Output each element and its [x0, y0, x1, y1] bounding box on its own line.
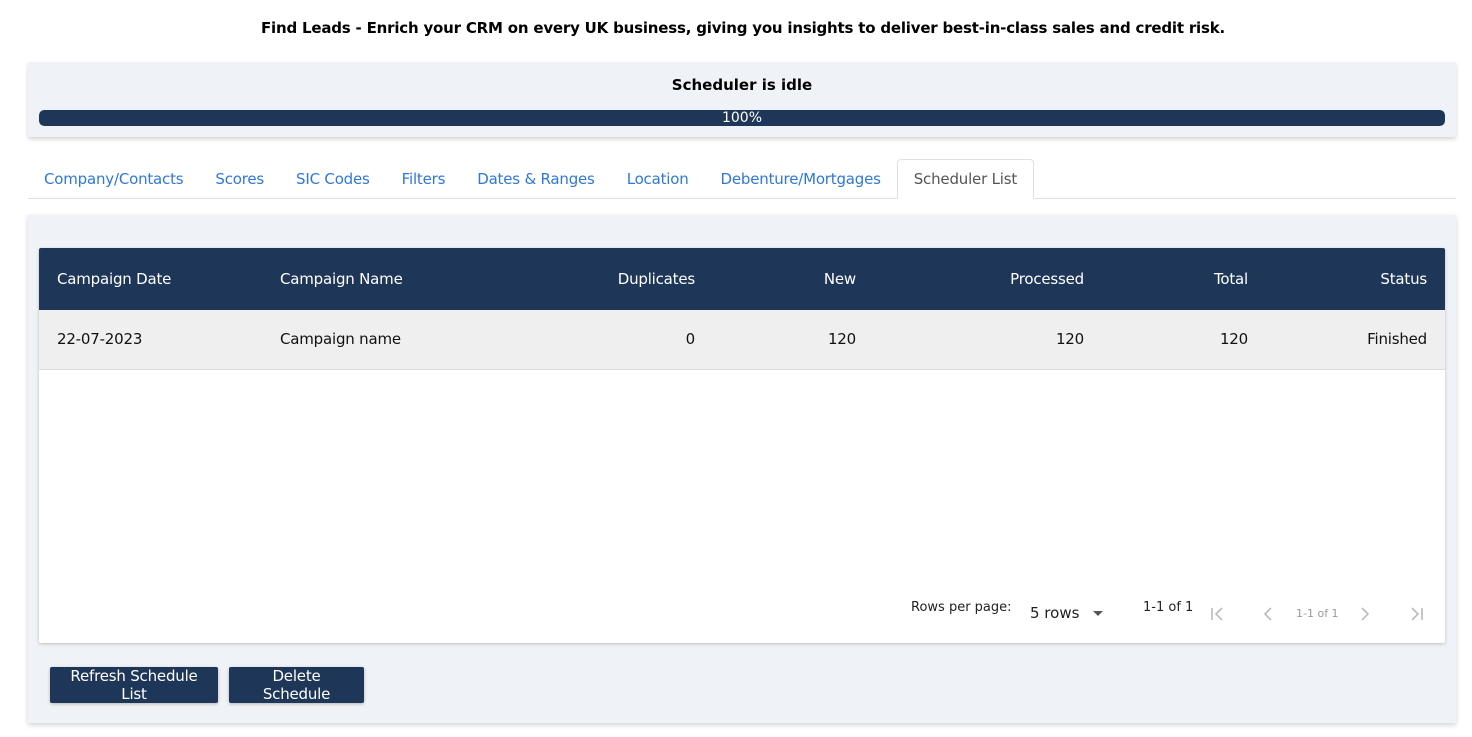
caret-down-icon [1093, 610, 1104, 616]
tab-dates-ranges[interactable]: Dates & Ranges [461, 159, 610, 199]
scheduler-status-text: Scheduler is idle [671, 76, 813, 94]
progress-label: 100% [721, 110, 763, 126]
column-header-processed[interactable]: Processed [874, 248, 1102, 310]
filter-tabs: Company/Contacts Scores SIC Codes Filter… [28, 159, 1456, 199]
delete-schedule-button[interactable]: Delete Schedule [229, 667, 364, 703]
cell-processed: 120 [1055, 330, 1084, 349]
tab-sic-codes[interactable]: SIC Codes [280, 159, 386, 199]
next-page-icon[interactable] [1352, 602, 1376, 626]
tab-location[interactable]: Location [611, 159, 705, 199]
tab-filters[interactable]: Filters [386, 159, 462, 199]
table-header-row: Campaign Date Campaign Name Duplicates N… [39, 248, 1445, 310]
column-header-total[interactable]: Total [1102, 248, 1266, 310]
table-row[interactable]: 22-07-2023 Campaign name 0 120 120 120 F… [39, 310, 1445, 369]
first-page-icon[interactable] [1205, 602, 1229, 626]
page-headline: Find Leads - Enrich your CRM on every UK… [260, 19, 1225, 37]
column-header-duplicates[interactable]: Duplicates [532, 248, 713, 310]
scheduler-list-panel: Campaign Date Campaign Name Duplicates N… [28, 215, 1456, 723]
column-header-campaign-date[interactable]: Campaign Date [39, 248, 262, 310]
refresh-schedule-list-button[interactable]: Refresh Schedule List [50, 667, 218, 703]
cell-status: Finished [1367, 330, 1427, 349]
page-range-indicator: 1-1 of 1 [1296, 607, 1339, 620]
tab-debenture-mortgages[interactable]: Debenture/Mortgages [705, 159, 897, 199]
rows-per-page-select[interactable]: 5 rows [1030, 604, 1104, 622]
cell-campaign-name: Campaign name [280, 330, 401, 349]
cell-new: 120 [827, 330, 856, 349]
rows-select-value: 5 rows [1030, 604, 1080, 622]
scheduler-progress-bar: 100% [39, 110, 1445, 126]
tab-company-contacts[interactable]: Company/Contacts [28, 159, 199, 199]
cell-campaign-date: 22-07-2023 [57, 330, 143, 349]
scheduler-table: Campaign Date Campaign Name Duplicates N… [39, 248, 1445, 370]
rows-per-page-label: Rows per page: [911, 600, 1012, 615]
cell-duplicates: 0 [685, 330, 696, 349]
column-header-status[interactable]: Status [1266, 248, 1445, 310]
tab-scores[interactable]: Scores [199, 159, 280, 199]
table-pagination: Rows per page: 5 rows 1-1 of 1 1-1 of 1 [39, 588, 1445, 632]
last-page-icon[interactable] [1405, 602, 1429, 626]
previous-page-icon[interactable] [1257, 602, 1281, 626]
column-header-new[interactable]: New [713, 248, 874, 310]
cell-total: 120 [1219, 330, 1248, 349]
tab-scheduler-list[interactable]: Scheduler List [896, 159, 1035, 199]
column-header-campaign-name[interactable]: Campaign Name [262, 248, 532, 310]
scheduler-table-card: Campaign Date Campaign Name Duplicates N… [39, 248, 1445, 643]
scheduler-status-card: Scheduler is idle 100% [28, 62, 1456, 137]
page-range: 1-1 of 1 [1143, 600, 1194, 615]
